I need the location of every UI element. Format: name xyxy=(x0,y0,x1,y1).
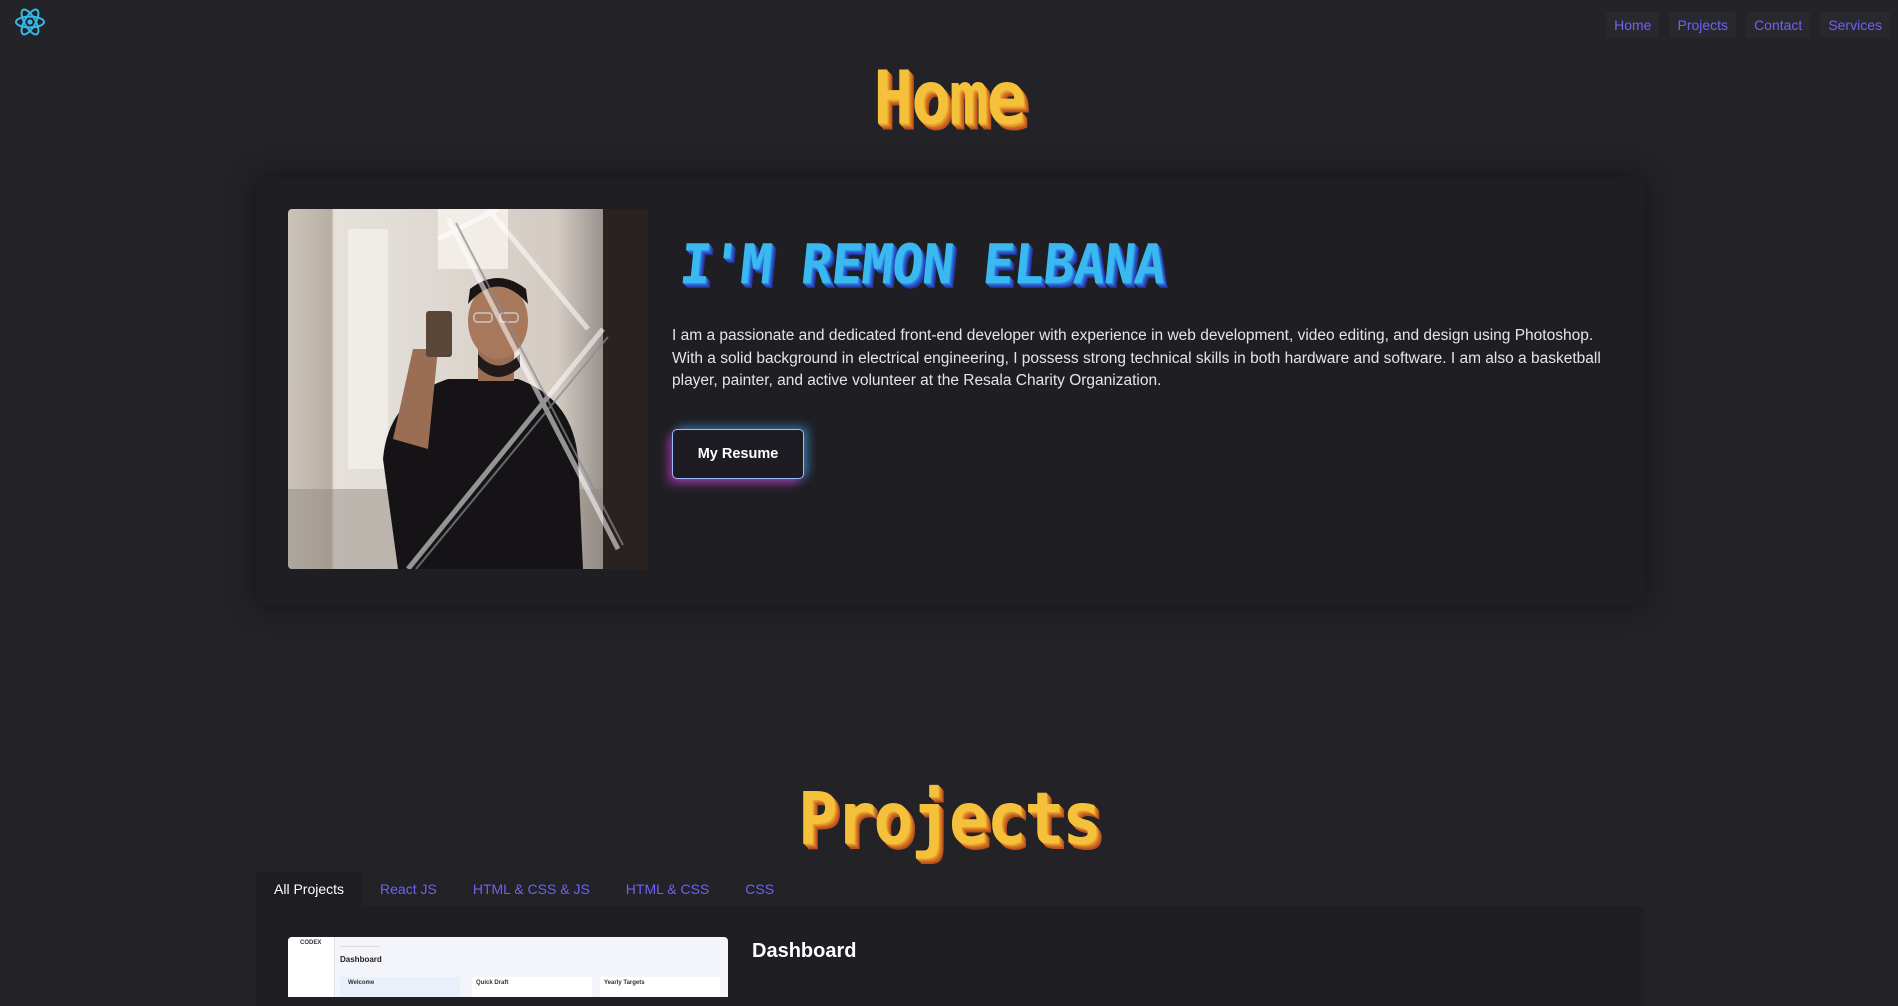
tab-all-projects[interactable]: All Projects xyxy=(256,872,363,906)
thumb-quick-draft-label: Quick Draft xyxy=(476,980,509,986)
react-atom-icon[interactable] xyxy=(14,7,46,37)
thumb-yearly-targets-card: Yearly Targets xyxy=(600,977,720,997)
project-filter-tabs: All Projects React JS HTML & CSS & JS HT… xyxy=(256,872,792,906)
profile-photo xyxy=(288,209,648,569)
hero-card: I'M REMON ELBANA I am a passionate and d… xyxy=(256,177,1644,605)
my-resume-button[interactable]: My Resume xyxy=(672,429,804,479)
project-card: CODEX Dashboard Welcome Quick Draft Year… xyxy=(256,906,1644,1006)
tab-css[interactable]: CSS xyxy=(727,872,792,906)
tab-html-css-js[interactable]: HTML & CSS & JS xyxy=(455,872,608,906)
thumb-sidebar: CODEX xyxy=(288,937,335,997)
thumb-yearly-targets-label: Yearly Targets xyxy=(604,980,645,986)
nav-link-home[interactable]: Home xyxy=(1606,12,1660,38)
thumb-search xyxy=(340,940,380,947)
thumb-welcome-label: Welcome xyxy=(348,980,375,986)
top-navbar: Home Projects Contact Services xyxy=(0,0,1898,46)
nav-links: Home Projects Contact Services xyxy=(1606,12,1890,38)
tab-html-css[interactable]: HTML & CSS xyxy=(608,872,728,906)
thumb-quick-draft-card: Quick Draft xyxy=(472,977,592,997)
tab-react-js[interactable]: React JS xyxy=(362,872,455,906)
hero-bio-text: I am a passionate and dedicated front-en… xyxy=(672,327,1601,389)
nav-link-contact[interactable]: Contact xyxy=(1746,12,1811,38)
projects-section-title: Projects xyxy=(798,776,1102,861)
thumb-heading: Dashboard xyxy=(340,955,382,964)
nav-link-services[interactable]: Services xyxy=(1820,12,1890,38)
nav-link-projects[interactable]: Projects xyxy=(1669,12,1737,38)
project-title: Dashboard xyxy=(752,940,857,962)
thumb-brand: CODEX xyxy=(300,940,322,946)
thumb-welcome-card: Welcome xyxy=(340,977,460,997)
project-thumbnail[interactable]: CODEX Dashboard Welcome Quick Draft Year… xyxy=(288,937,728,997)
hero-name-heading: I'M REMON ELBANA xyxy=(676,233,1169,297)
home-section-title: Home xyxy=(873,55,1027,142)
